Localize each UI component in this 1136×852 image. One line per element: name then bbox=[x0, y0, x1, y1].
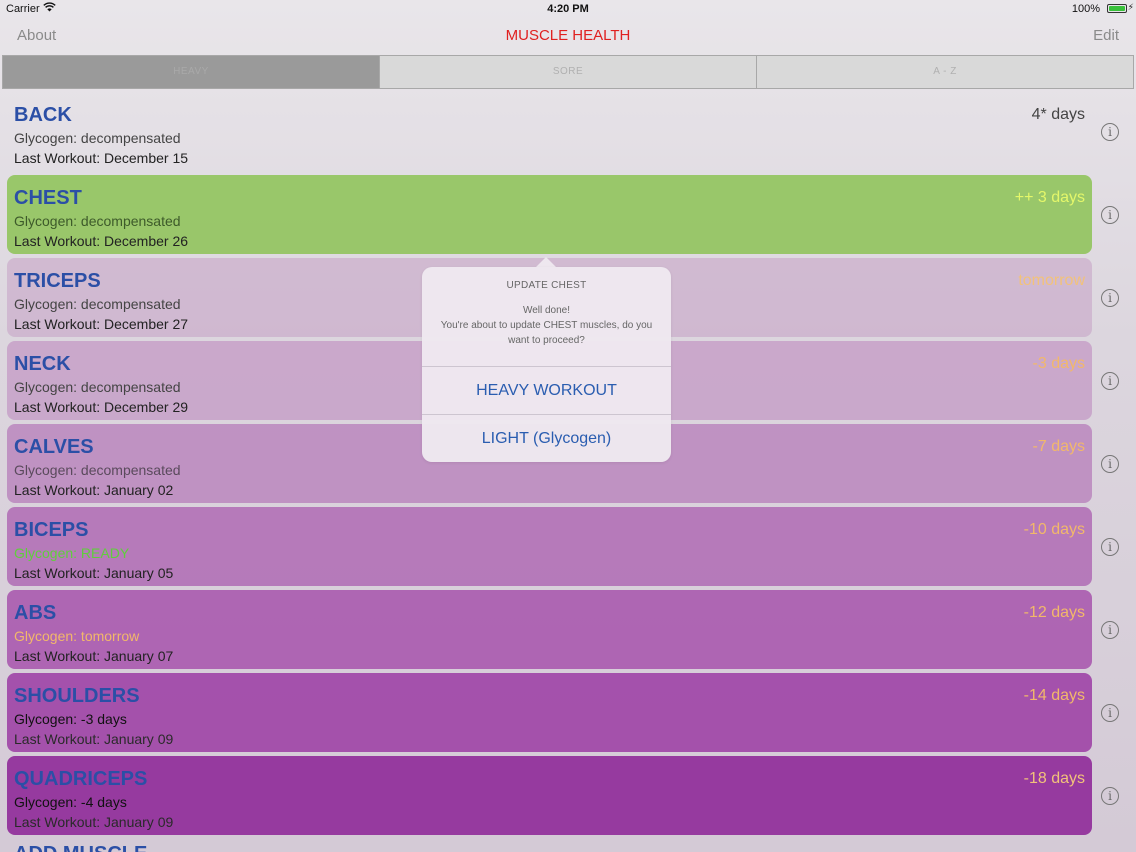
days-since: 4* days bbox=[1031, 106, 1085, 123]
segment-heavy[interactable]: HEAVY bbox=[3, 56, 380, 88]
status-bar: Carrier 4:20 PM 100% ⚡ bbox=[0, 0, 1136, 18]
battery-percent: 100% bbox=[1071, 3, 1100, 15]
last-workout: Last Workout: January 05 bbox=[14, 565, 174, 581]
info-icon[interactable]: i bbox=[1101, 455, 1119, 473]
muscle-row-back[interactable]: BACK Glycogen: decompensated Last Workou… bbox=[7, 92, 1092, 171]
glycogen-status: Glycogen: READY bbox=[14, 545, 130, 561]
muscle-row-shoulders[interactable]: SHOULDERS Glycogen: -3 days Last Workout… bbox=[7, 673, 1092, 752]
last-workout: Last Workout: December 15 bbox=[14, 150, 189, 166]
segment-sore[interactable]: SORE bbox=[380, 56, 757, 88]
page-title: MUSCLE HEALTH bbox=[505, 27, 631, 44]
muscle-name: TRICEPS bbox=[14, 270, 101, 292]
glycogen-status: Glycogen: decompensated bbox=[14, 296, 181, 312]
popover-message-line1: Well done! bbox=[522, 305, 571, 316]
muscle-name: SHOULDERS bbox=[14, 685, 140, 707]
days-since: ++ 3 days bbox=[1014, 189, 1085, 206]
popover-message: Well done! You're about to update CHEST … bbox=[434, 303, 659, 348]
clock: 4:20 PM bbox=[547, 3, 589, 15]
light-glycogen-button[interactable]: LIGHT (Glycogen) bbox=[422, 414, 671, 462]
last-workout: Last Workout: January 07 bbox=[14, 648, 174, 664]
info-icon[interactable]: i bbox=[1101, 787, 1119, 805]
popover-title: UPDATE CHEST bbox=[506, 280, 587, 291]
days-since: -3 days bbox=[1032, 355, 1085, 372]
muscle-name: CHEST bbox=[14, 187, 82, 209]
nav-bar: About MUSCLE HEALTH Edit bbox=[0, 18, 1136, 54]
glycogen-status: Glycogen: -3 days bbox=[14, 711, 127, 727]
glycogen-status: Glycogen: decompensated bbox=[14, 379, 181, 395]
days-since: tomorrow bbox=[1018, 272, 1085, 289]
info-icon[interactable]: i bbox=[1101, 372, 1119, 390]
glycogen-status: Glycogen: -4 days bbox=[14, 794, 127, 810]
info-icon[interactable]: i bbox=[1101, 621, 1119, 639]
info-icon[interactable]: i bbox=[1101, 538, 1119, 556]
days-since: -7 days bbox=[1032, 438, 1085, 455]
glycogen-status: Glycogen: decompensated bbox=[14, 130, 181, 146]
glycogen-status: Glycogen: decompensated bbox=[14, 462, 181, 478]
muscle-row-biceps[interactable]: BICEPS Glycogen: READY Last Workout: Jan… bbox=[7, 507, 1092, 586]
days-since: -12 days bbox=[1023, 604, 1085, 621]
last-workout: Last Workout: December 27 bbox=[14, 316, 189, 332]
sort-segmented-control: HEAVY SORE A - Z bbox=[2, 55, 1134, 89]
muscle-name: BICEPS bbox=[14, 519, 89, 541]
last-workout: Last Workout: January 02 bbox=[14, 482, 174, 498]
last-workout: Last Workout: December 29 bbox=[14, 399, 189, 415]
glycogen-status: Glycogen: decompensated bbox=[14, 213, 181, 229]
muscle-row-quadriceps[interactable]: QUADRICEPS Glycogen: -4 days Last Workou… bbox=[7, 756, 1092, 835]
muscle-name: ABS bbox=[14, 602, 57, 624]
days-since: -10 days bbox=[1023, 521, 1085, 538]
glycogen-status: Glycogen: tomorrow bbox=[14, 628, 140, 644]
last-workout: Last Workout: January 09 bbox=[14, 814, 174, 830]
muscle-row-chest[interactable]: CHEST Glycogen: decompensated Last Worko… bbox=[7, 175, 1092, 254]
muscle-name: CALVES bbox=[14, 436, 94, 458]
segment-a-z[interactable]: A - Z bbox=[757, 56, 1133, 88]
muscle-name: NECK bbox=[14, 353, 71, 375]
edit-button[interactable]: Edit bbox=[1093, 27, 1119, 44]
info-icon[interactable]: i bbox=[1101, 289, 1119, 307]
info-icon[interactable]: i bbox=[1101, 206, 1119, 224]
last-workout: Last Workout: December 26 bbox=[14, 233, 189, 249]
last-workout: Last Workout: January 09 bbox=[14, 731, 174, 747]
days-since: -18 days bbox=[1023, 770, 1085, 787]
charging-icon: ⚡ bbox=[1127, 2, 1134, 12]
info-icon[interactable]: i bbox=[1101, 123, 1119, 141]
muscle-name: BACK bbox=[14, 104, 72, 126]
days-since: -14 days bbox=[1023, 687, 1085, 704]
add-muscle-button[interactable]: ADD MUSCLE bbox=[14, 843, 147, 852]
popover-arrow bbox=[536, 257, 556, 267]
info-icon[interactable]: i bbox=[1101, 704, 1119, 722]
muscle-row-abs[interactable]: ABS Glycogen: tomorrow Last Workout: Jan… bbox=[7, 590, 1092, 669]
popover-message-line2: You're about to update CHEST muscles, do… bbox=[440, 320, 653, 346]
muscle-name: QUADRICEPS bbox=[14, 768, 148, 790]
update-chest-popover: UPDATE CHEST Well done! You're about to … bbox=[422, 267, 671, 462]
heavy-workout-button[interactable]: HEAVY WORKOUT bbox=[422, 366, 671, 414]
battery-icon bbox=[1107, 4, 1127, 13]
